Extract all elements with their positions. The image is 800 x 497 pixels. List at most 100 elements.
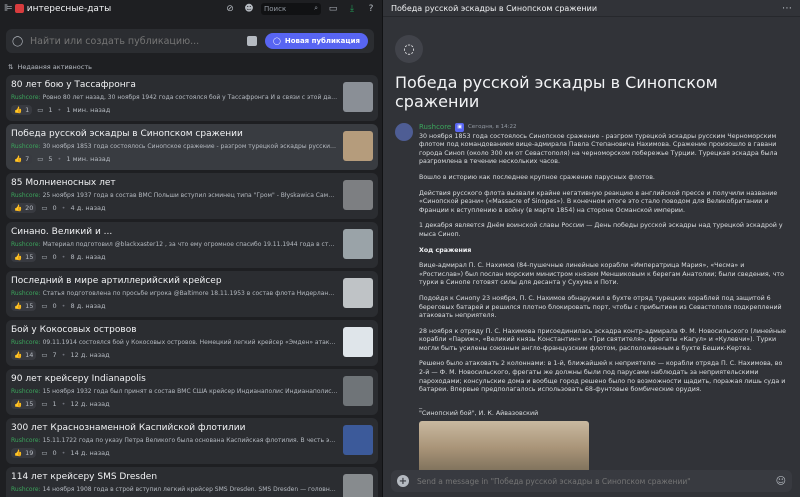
- post-title: Победа русской эскадры в Синопском сраже…: [11, 129, 243, 139]
- paragraph: 28 ноября к отряду П. С. Нахимова присое…: [419, 327, 786, 352]
- post-title: 114 лет крейсеру SMS Dresden: [11, 472, 158, 482]
- post-author: Rushcore:: [11, 339, 41, 346]
- post-snippet-text: 25 ноября 1937 года в состав ВМС Польши …: [42, 192, 338, 199]
- post-meta: 👍 15 ▭ 0 • 8 д. назад: [11, 252, 338, 262]
- post-meta: 👍 15 ▭ 1 • 12 д. назад: [11, 399, 338, 409]
- post-author: Rushcore:: [11, 192, 41, 199]
- paragraph: Решено было атаковать 2 колоннами: в 1-й…: [419, 360, 786, 394]
- replies-icon: ▭: [37, 155, 44, 163]
- replies-icon: ▭: [37, 106, 44, 114]
- post-title: 85 Молниеносных лет: [11, 178, 116, 188]
- thread-pane: Победа русской эскадры в Синопском сраже…: [383, 0, 800, 497]
- sort-dropdown[interactable]: ⇅ Недавняя активность: [0, 59, 382, 75]
- post-snippet-text: 30 ноября 1853 года состоялось Синопское…: [42, 143, 338, 150]
- reaction-count: 1: [25, 106, 30, 114]
- reaction-button[interactable]: 👍 19: [11, 448, 37, 458]
- replies-icon: ▭: [41, 400, 48, 408]
- post-time: 1 мин. назад: [66, 106, 111, 114]
- post-item[interactable]: Синано. Великий и ... Rushcore: Материал …: [6, 222, 378, 268]
- post-item[interactable]: 300 лет Краснознаменной Каспийской флоти…: [6, 418, 378, 464]
- thumbs-up-icon: 👍: [14, 351, 23, 359]
- help-icon[interactable]: ?: [364, 2, 378, 16]
- post-item[interactable]: 80 лет бою у Тассафронга Rushcore: Ровно …: [6, 75, 378, 121]
- notifications-off-icon[interactable]: ⊘: [223, 2, 237, 16]
- post-time: 12 д. назад: [70, 351, 110, 359]
- separator-dot: •: [57, 155, 62, 163]
- more-icon[interactable]: ⋯: [782, 3, 792, 14]
- post-title: 300 лет Краснознаменной Каспийской флоти…: [11, 423, 246, 433]
- message-header: Rushcore ▣ Сегодня, в 14:22: [419, 123, 788, 132]
- new-post-button[interactable]: ◯ Новая публикация: [265, 33, 368, 49]
- post-body: 300 лет Краснознаменной Каспийской флоти…: [11, 422, 338, 460]
- search-icon: ⌕: [314, 4, 318, 12]
- emoji-icon[interactable]: ☺: [776, 476, 786, 487]
- post-author: Rushcore:: [11, 241, 41, 248]
- avatar[interactable]: [395, 123, 413, 141]
- post-item[interactable]: 90 лет крейсеру Indianapolis Rushcore: 15…: [6, 369, 378, 415]
- sort-icon[interactable]: [247, 36, 258, 46]
- reaction-count: 14: [25, 351, 34, 359]
- post-search-input[interactable]: [30, 35, 248, 47]
- search-input[interactable]: Поиск ⌕: [261, 2, 321, 15]
- post-snippet-text: 15.11.1722 года по указу Петра Великого …: [42, 437, 338, 444]
- post-meta: 👍 20 ▭ 0 • 4 д. назад: [11, 203, 338, 213]
- post-time: 8 д. назад: [70, 253, 106, 261]
- post-item[interactable]: 85 Молниеносных лет Rushcore: 25 ноября 1…: [6, 173, 378, 219]
- reaction-button[interactable]: 👍 15: [11, 399, 37, 409]
- thread-chat-icon: ◌: [395, 35, 423, 63]
- post-snippet: Rushcore: Ровно 80 лет назад, 30 ноября …: [11, 93, 338, 102]
- reaction-button[interactable]: 👍 15: [11, 252, 37, 262]
- author-name[interactable]: Rushcore: [419, 123, 451, 132]
- message-body: Rushcore ▣ Сегодня, в 14:22 30 ноября 18…: [419, 123, 788, 482]
- post-time: 1 мин. назад: [66, 155, 111, 163]
- post-title: 80 лет бою у Тассафронга: [11, 80, 136, 90]
- post-item[interactable]: 114 лет крейсеру SMS Dresden Rushcore: 14…: [6, 467, 378, 497]
- post-item[interactable]: Бой у Кокосовых островов Rushcore: 09.11.…: [6, 320, 378, 366]
- post-author: Rushcore:: [11, 486, 41, 493]
- reply-count: 1: [52, 400, 57, 408]
- members-icon[interactable]: ☻: [242, 2, 256, 16]
- post-snippet-text: 09.11.1914 состоялся бой у Кокосовых ост…: [42, 339, 338, 346]
- reaction-button[interactable]: 👍 1: [11, 105, 33, 115]
- reply-count: 0: [52, 449, 57, 457]
- post-item[interactable]: Победа русской эскадры в Синопском сраже…: [6, 124, 378, 170]
- post-snippet: Rushcore: 25 ноября 1937 года в состав В…: [11, 191, 338, 200]
- paragraph: 1 декабря является Днём воинской славы Р…: [419, 222, 783, 238]
- reply-count: 5: [48, 155, 53, 163]
- post-body: 114 лет крейсеру SMS Dresden Rushcore: 14…: [11, 471, 338, 497]
- message-input[interactable]: [417, 476, 776, 486]
- paragraph: 30 ноября 1853 года состоялось Синопское…: [419, 132, 778, 166]
- attach-plus-icon[interactable]: +: [397, 475, 409, 487]
- replies-icon: ▭: [41, 253, 48, 261]
- post-meta: 👍 19 ▭ 0 • 14 д. назад: [11, 448, 338, 458]
- post-body: Бой у Кокосовых островов Rushcore: 09.11.…: [11, 324, 338, 362]
- replies-icon: ▭: [41, 302, 48, 310]
- post-item[interactable]: Последний в мире артиллерийский крейсер R…: [6, 271, 378, 317]
- post-meta: 👍 14 ▭ 7 • 12 д. назад: [11, 350, 338, 360]
- inbox-icon[interactable]: ▭: [326, 2, 340, 16]
- post-title: Синано. Великий и ...: [11, 227, 113, 237]
- post-snippet: Rushcore: 14 ноября 1908 года в строй вс…: [11, 485, 338, 494]
- post-title: 90 лет крейсеру Indianapolis: [11, 374, 146, 384]
- post-snippet-text: 15 ноября 1932 года был принят в состав …: [42, 388, 338, 395]
- reaction-button[interactable]: 👍 7: [11, 154, 33, 164]
- post-body: 90 лет крейсеру Indianapolis Rushcore: 15…: [11, 373, 338, 411]
- reaction-button[interactable]: 👍 15: [11, 301, 37, 311]
- reaction-button[interactable]: 👍 20: [11, 203, 37, 213]
- post-author: Rushcore:: [11, 143, 41, 150]
- paragraph: Вошло в историю как последнее крупное ср…: [419, 173, 655, 181]
- thread-header: Победа русской эскадры в Синопском сраже…: [383, 0, 800, 17]
- post-author: Rushcore:: [11, 437, 41, 444]
- post-thumbnail: [343, 229, 373, 259]
- separator-dot: •: [61, 400, 66, 408]
- thumbs-up-icon: 👍: [14, 106, 23, 114]
- post-time: 12 д. назад: [70, 400, 110, 408]
- replies-icon: ▭: [41, 449, 48, 457]
- download-icon[interactable]: ⤓: [345, 2, 359, 16]
- thread-title: Победа русской эскадры в Синопском сраже…: [395, 73, 718, 111]
- post-thumbnail: [343, 278, 373, 308]
- reaction-button[interactable]: 👍 14: [11, 350, 37, 360]
- reply-count: 0: [52, 204, 57, 212]
- search-placeholder: Поиск: [264, 4, 287, 13]
- post-snippet-text: Статья подготовлена по просьбе игрока @B…: [42, 290, 338, 297]
